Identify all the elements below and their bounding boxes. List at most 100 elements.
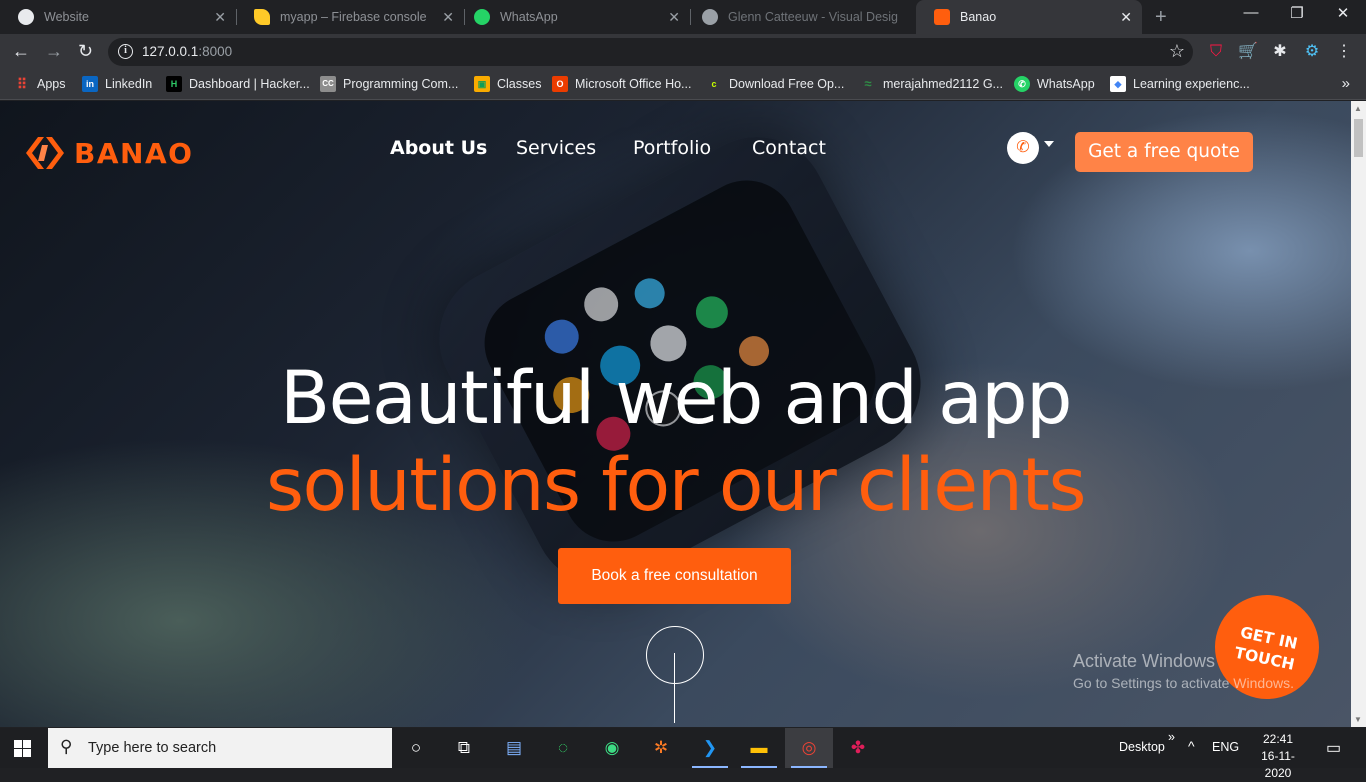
taskbar-search-box[interactable]: ⚲ Type here to search bbox=[48, 728, 392, 768]
back-button[interactable]: ← bbox=[12, 41, 30, 62]
gear-extension-icon[interactable]: ⚙ bbox=[1302, 42, 1322, 62]
notification-center-icon[interactable]: ▭ bbox=[1326, 738, 1341, 758]
tab-website[interactable]: Website ✕ bbox=[0, 0, 236, 34]
desktop-toolbar-label[interactable]: Desktop bbox=[1119, 740, 1165, 754]
vscode-app-icon[interactable]: ❯ bbox=[692, 736, 728, 768]
tray-expand-icon[interactable]: ^ bbox=[1188, 738, 1195, 754]
cart-extension-icon[interactable]: 🛒 bbox=[1238, 42, 1258, 62]
tab-label: myapp – Firebase console bbox=[280, 10, 427, 24]
clock-time: 22:41 bbox=[1262, 732, 1294, 746]
bookmark-apps[interactable]: ⠿ Apps bbox=[14, 76, 66, 92]
watermark-line1: Activate Windows bbox=[1073, 651, 1216, 671]
tab-label: Glenn Catteeuw - Visual Desig bbox=[728, 10, 898, 24]
scrollbar-thumb[interactable] bbox=[1354, 119, 1363, 157]
close-icon[interactable]: ✕ bbox=[214, 9, 226, 26]
learning-icon: ◆ bbox=[1110, 76, 1126, 92]
bookmark-label: WhatsApp bbox=[1037, 77, 1095, 91]
tab-label: Banao bbox=[960, 10, 997, 24]
brand-name: BANAO bbox=[74, 136, 194, 170]
nav-about-us[interactable]: About Us bbox=[390, 137, 487, 159]
brand-logo[interactable]: BANAO bbox=[24, 135, 193, 171]
office-icon: O bbox=[552, 76, 568, 92]
bookmark-hackerrank[interactable]: H Dashboard | Hacker... bbox=[166, 76, 310, 92]
close-icon[interactable]: ✕ bbox=[1120, 9, 1132, 26]
bookmark-label: Microsoft Office Ho... bbox=[575, 77, 692, 91]
phone-icon[interactable]: ✆ bbox=[1007, 132, 1039, 164]
bookmark-label: Programming Com... bbox=[343, 77, 459, 91]
reload-button[interactable]: ↻ bbox=[78, 41, 93, 62]
info-icon[interactable]: i bbox=[118, 44, 133, 59]
close-icon[interactable]: ✕ bbox=[668, 9, 680, 26]
scroll-down-arrow-icon[interactable]: ▼ bbox=[1354, 715, 1362, 724]
scroll-down-line bbox=[674, 653, 675, 723]
apps-grid-icon: ⠿ bbox=[16, 76, 28, 92]
tab-banao[interactable]: Banao ✕ bbox=[916, 0, 1142, 34]
nav-portfolio[interactable]: Portfolio bbox=[633, 137, 711, 159]
minimize-button[interactable]: — bbox=[1228, 4, 1274, 21]
watch-app-dot bbox=[578, 281, 625, 328]
watch-app-dot bbox=[538, 313, 585, 360]
caret-down-icon[interactable] bbox=[1044, 141, 1054, 147]
bookmark-label: Learning experienc... bbox=[1133, 77, 1250, 91]
scroll-up-arrow-icon[interactable]: ▲ bbox=[1354, 104, 1362, 113]
book-consultation-button[interactable]: Book a free consultation bbox=[558, 548, 791, 604]
bookmark-label: Classes bbox=[497, 77, 542, 91]
circle-app-icon[interactable]: ◌ bbox=[551, 736, 575, 760]
bookmark-office[interactable]: O Microsoft Office Ho... bbox=[552, 76, 691, 92]
close-icon[interactable]: ✕ bbox=[442, 9, 454, 26]
search-placeholder: Type here to search bbox=[88, 740, 217, 756]
puzzle-extension-icon[interactable]: ✱ bbox=[1270, 42, 1290, 62]
taskbar-clock[interactable]: 22:41 16-11-2020 bbox=[1248, 731, 1308, 782]
bookmark-whatsapp[interactable]: ✆ WhatsApp bbox=[1014, 76, 1095, 92]
bookmark-linkedin[interactable]: in LinkedIn bbox=[82, 76, 152, 92]
scroll-down-indicator[interactable] bbox=[646, 626, 704, 684]
task-view-icon[interactable]: ⧉ bbox=[452, 736, 476, 760]
address-bar[interactable]: i 127.0.0.1:8000 ☆ bbox=[108, 38, 1193, 66]
firebase-icon bbox=[254, 9, 270, 25]
tab-glenn[interactable]: Glenn Catteeuw - Visual Desig bbox=[684, 0, 916, 34]
chevron-icon[interactable]: » bbox=[1168, 730, 1175, 744]
page-scrollbar[interactable]: ▲ ▼ bbox=[1351, 101, 1366, 727]
windows-start-button[interactable] bbox=[14, 740, 31, 757]
banao-logo-icon bbox=[26, 137, 64, 169]
bookmarks-overflow-chevron-icon[interactable]: » bbox=[1342, 75, 1350, 92]
get-free-quote-button[interactable]: Get a free quote bbox=[1075, 132, 1253, 172]
search-icon: ⚲ bbox=[60, 737, 73, 756]
bookmark-learning[interactable]: ◆ Learning experienc... bbox=[1110, 76, 1250, 92]
notepad-app-icon[interactable]: ▤ bbox=[502, 736, 526, 760]
bookmark-classes[interactable]: ▣ Classes bbox=[474, 76, 541, 92]
url-host: 127.0.0.1 bbox=[142, 44, 199, 59]
forward-button[interactable]: → bbox=[45, 41, 63, 62]
new-tab-button[interactable]: + bbox=[1155, 6, 1167, 29]
bookmark-star-icon[interactable]: ☆ bbox=[1169, 41, 1185, 62]
tab-firebase[interactable]: myapp – Firebase console ✕ bbox=[236, 0, 464, 34]
url-port: :8000 bbox=[198, 44, 233, 59]
maximize-button[interactable]: ❐ bbox=[1274, 4, 1320, 22]
window-close-button[interactable]: ✕ bbox=[1320, 4, 1366, 22]
watch-app-dot bbox=[690, 290, 734, 334]
tab-whatsapp[interactable]: WhatsApp ✕ bbox=[456, 0, 690, 34]
bookmark-label: merajahmed2112 G... bbox=[883, 77, 1003, 91]
watch-app-dot bbox=[629, 273, 670, 314]
bookmark-merajahmed[interactable]: ≈ merajahmed2112 G... bbox=[860, 76, 1003, 92]
globe-icon bbox=[18, 9, 34, 25]
glenn-favicon-icon bbox=[702, 9, 718, 25]
watermark-line2: Go to Settings to activate Windows. bbox=[1073, 675, 1294, 691]
download-site-icon: c bbox=[711, 79, 717, 89]
cortana-icon[interactable]: ○ bbox=[404, 736, 428, 760]
shield-extension-icon[interactable]: ⛉ bbox=[1206, 42, 1226, 62]
chrome-app-icon[interactable]: ◎ bbox=[791, 736, 827, 768]
xampp-app-icon[interactable]: ✲ bbox=[649, 736, 673, 760]
nav-contact[interactable]: Contact bbox=[752, 137, 826, 159]
nav-services[interactable]: Services bbox=[516, 137, 596, 159]
url-text[interactable]: 127.0.0.1:8000 bbox=[142, 44, 232, 59]
slack-app-icon[interactable]: ✤ bbox=[846, 736, 870, 760]
hero-headline-line2: solutions for our clients bbox=[265, 443, 1087, 528]
bookmark-label: Apps bbox=[37, 77, 66, 91]
bookmark-programming[interactable]: CC Programming Com... bbox=[320, 76, 458, 92]
android-studio-app-icon[interactable]: ◉ bbox=[600, 736, 624, 760]
file-explorer-app-icon[interactable]: ▬ bbox=[741, 736, 777, 768]
menu-icon[interactable]: ⋮ bbox=[1334, 42, 1354, 62]
language-indicator[interactable]: ENG bbox=[1212, 740, 1239, 754]
bookmark-download[interactable]: c Download Free Op... bbox=[706, 76, 844, 92]
